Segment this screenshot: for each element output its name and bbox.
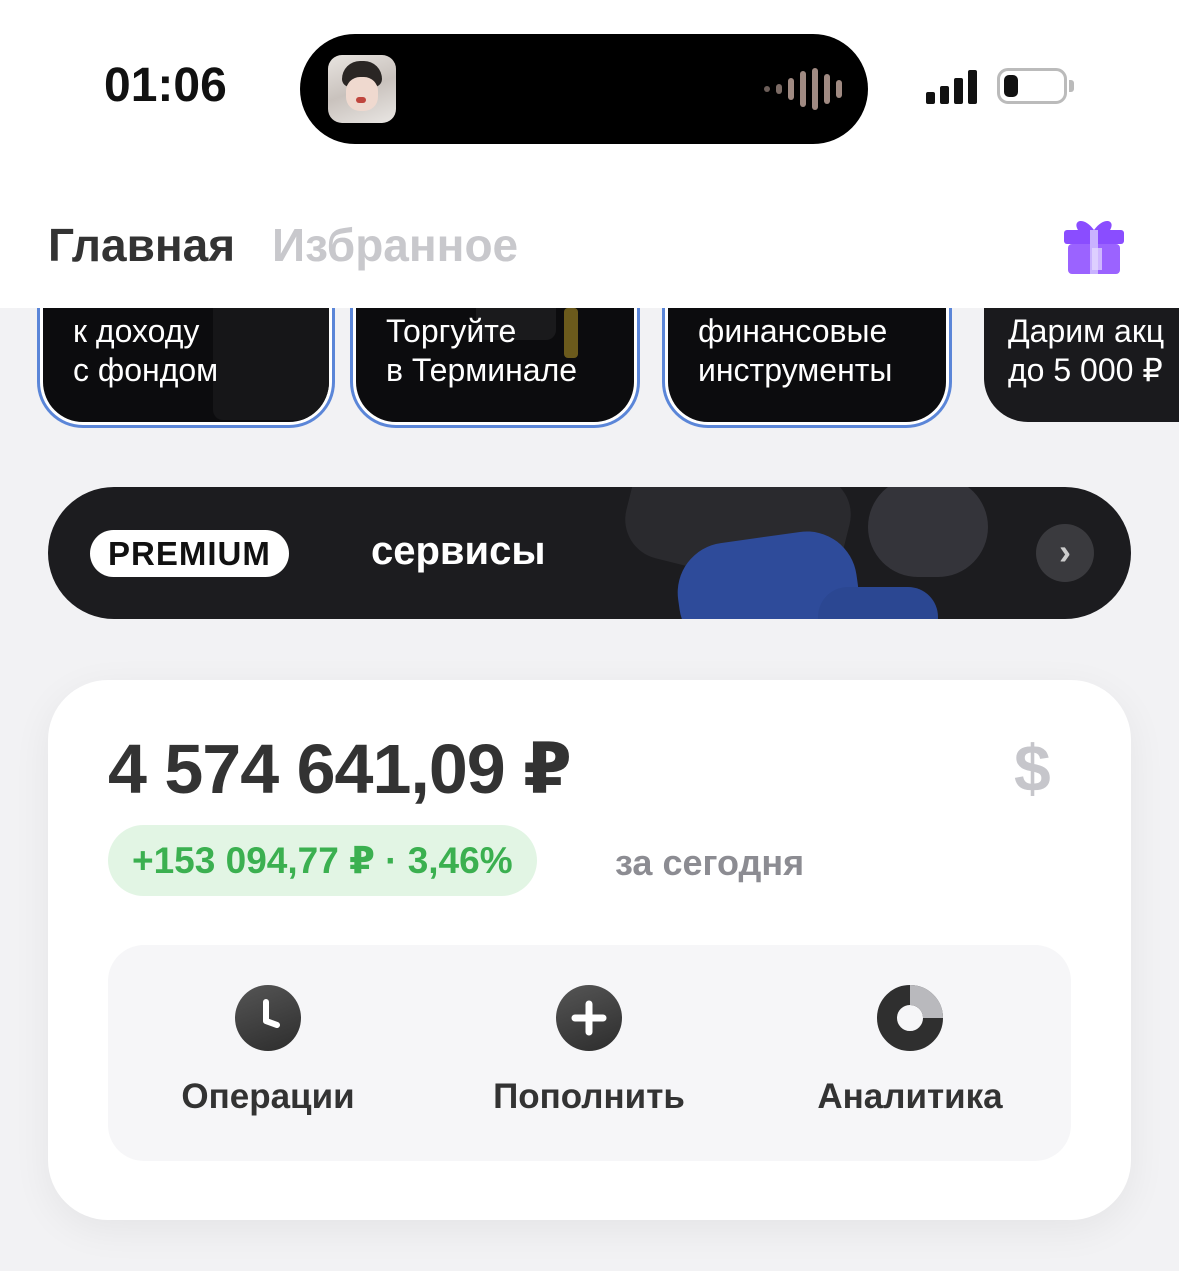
- change-period-label: за сегодня: [615, 842, 805, 883]
- quick-actions: Операции Пополнить Аналитика: [108, 945, 1071, 1161]
- battery-icon: [997, 68, 1067, 104]
- promo-card-line1: Торгуйте: [386, 313, 517, 349]
- currency-switch-button[interactable]: $: [1014, 730, 1051, 806]
- now-playing-artwork: [328, 55, 396, 123]
- top-up-label: Пополнить: [493, 1077, 685, 1116]
- promo-card-line2: в Терминале: [386, 352, 578, 388]
- promo-card-line2: до 5 000 ₽: [1008, 352, 1163, 388]
- promo-card-line2: инструменты: [698, 352, 893, 388]
- cellular-signal-icon: [926, 68, 977, 104]
- operations-button[interactable]: Операции: [118, 985, 418, 1117]
- daily-change-badge: +153 094,77 ₽ · 3,46%: [108, 825, 537, 896]
- promo-card-line1: к доходу: [73, 313, 200, 349]
- clock-icon: [235, 985, 301, 1051]
- promo-card-line1: Дарим акц: [1008, 313, 1165, 349]
- tab-home[interactable]: Главная: [48, 218, 235, 272]
- status-bar: 01:06: [0, 0, 1179, 180]
- top-up-button[interactable]: Пополнить: [439, 985, 739, 1117]
- promo-card-line1: финансовые: [698, 313, 888, 349]
- battery-tip: [1069, 80, 1074, 92]
- app-screen: 01:06 к доходу с фондом Торгуйте в Терми…: [0, 0, 1179, 1271]
- portfolio-balance: 4 574 641,09 ₽: [108, 730, 572, 808]
- plus-icon: [556, 985, 622, 1051]
- dynamic-island[interactable]: [300, 34, 868, 144]
- portfolio-card: 4 574 641,09 ₽ $ +153 094,77 ₽ · 3,46% з…: [48, 680, 1131, 1220]
- donut-chart-icon: [877, 985, 943, 1051]
- analytics-label: Аналитика: [817, 1077, 1003, 1116]
- promo-card-line2: с фондом: [73, 352, 219, 388]
- premium-label: сервисы: [371, 529, 546, 573]
- audio-waveform-icon: [764, 68, 842, 110]
- chevron-right-icon[interactable]: ›: [1036, 524, 1094, 582]
- top-navigation: Главная Избранное: [0, 180, 1179, 308]
- analytics-button[interactable]: Аналитика: [760, 985, 1060, 1117]
- status-time: 01:06: [104, 59, 227, 112]
- gift-icon[interactable]: [1062, 214, 1126, 276]
- premium-badge: PREMIUM: [90, 530, 289, 577]
- premium-services-banner[interactable]: PREMIUM сервисы ›: [48, 487, 1131, 619]
- operations-label: Операции: [181, 1077, 355, 1116]
- tab-favorites[interactable]: Избранное: [272, 218, 518, 272]
